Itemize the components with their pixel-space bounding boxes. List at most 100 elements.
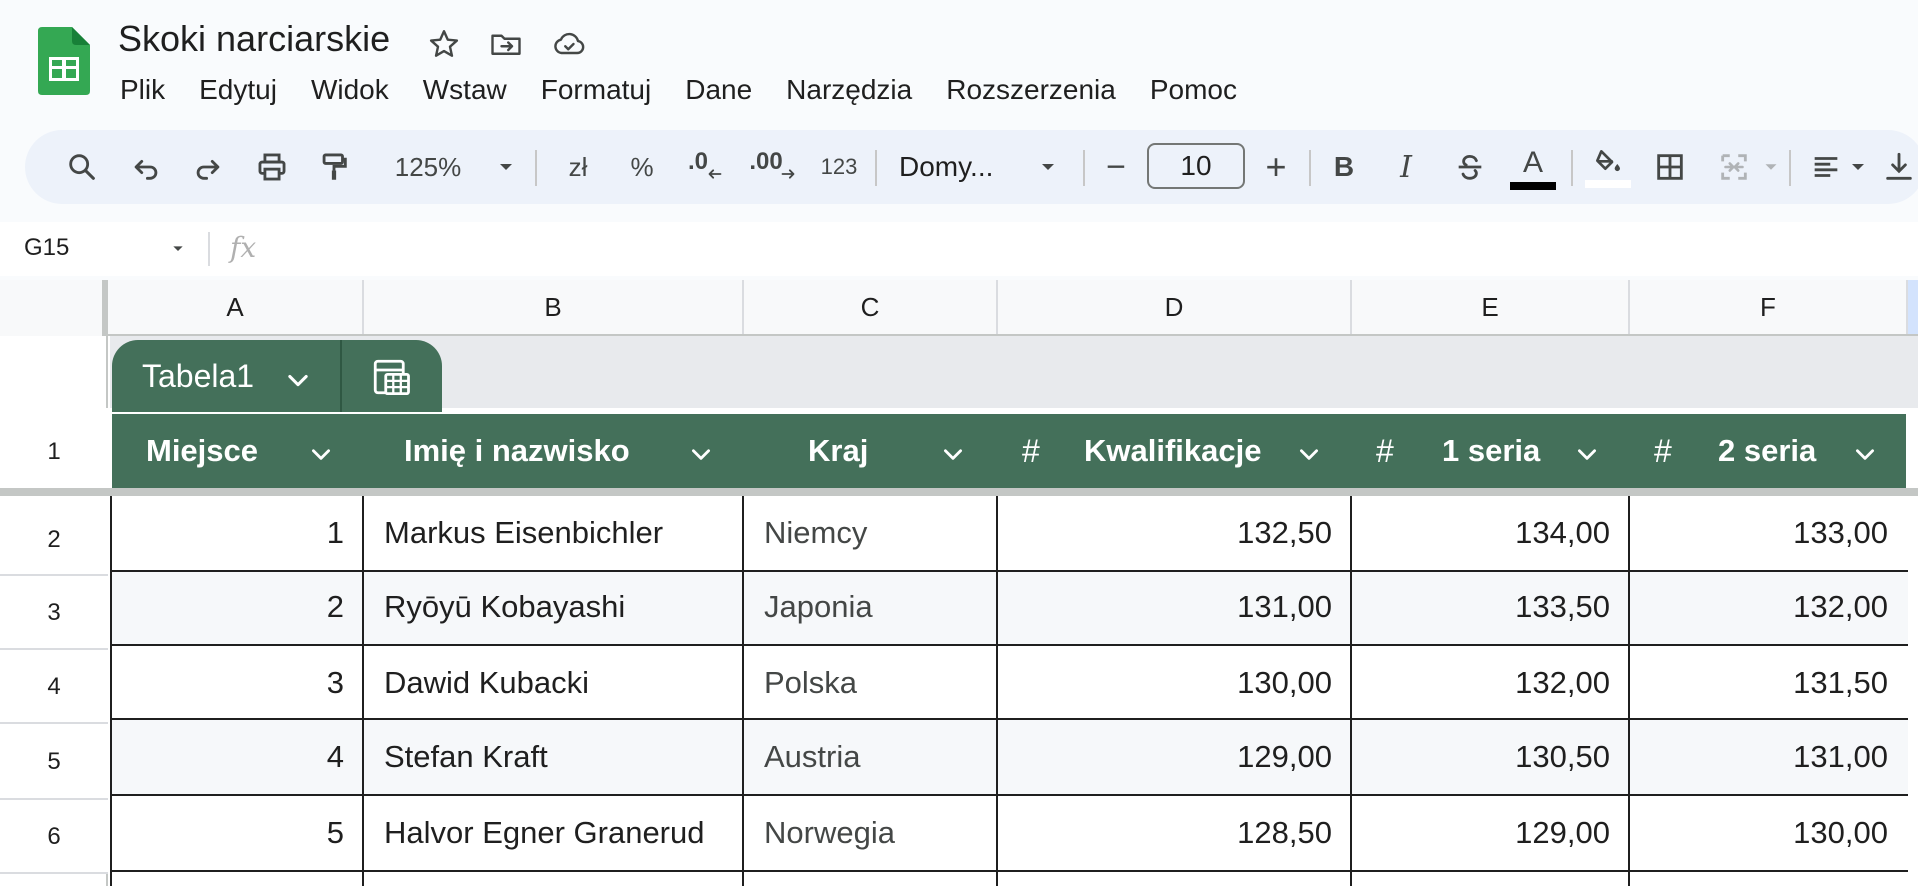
chevron-down-icon[interactable] [940, 441, 966, 467]
table-tab[interactable]: Tabela1 [112, 340, 442, 412]
cell-c3[interactable]: Japonia [744, 570, 998, 644]
row-header-6[interactable]: 6 [0, 800, 108, 874]
font-size-input[interactable]: 10 [1147, 143, 1245, 189]
header-2-seria[interactable]: 2 seria [1718, 414, 1816, 488]
row-header-3[interactable]: 3 [0, 576, 108, 650]
header-imie-i-nazwisko[interactable]: Imię i nazwisko [404, 414, 630, 488]
column-header-g-edge[interactable] [1908, 280, 1918, 334]
vertical-align-icon[interactable] [1881, 130, 1917, 204]
decrease-decimal-button[interactable]: .0 [679, 130, 735, 204]
cell-f3[interactable]: 132,00 [1630, 570, 1908, 644]
row-header-5[interactable]: 5 [0, 724, 108, 800]
menu-tools[interactable]: Narzędzia [769, 70, 929, 110]
column-header-b[interactable]: B [364, 280, 744, 334]
select-all-corner[interactable] [0, 280, 108, 336]
column-header-d[interactable]: D [998, 280, 1352, 334]
menu-extensions[interactable]: Rozszerzenia [929, 70, 1133, 110]
row-header-2[interactable]: 2 [0, 496, 108, 576]
increase-font-size-button[interactable]: + [1253, 130, 1299, 204]
cell-e3[interactable]: 133,50 [1352, 570, 1630, 644]
menu-file[interactable]: Plik [104, 70, 182, 110]
fill-color-button[interactable] [1583, 130, 1633, 204]
cell-c4[interactable]: Polska [744, 646, 998, 720]
cell-c6[interactable]: Norwegia [744, 796, 998, 870]
cloud-saved-icon[interactable] [550, 26, 586, 62]
chevron-down-icon[interactable] [284, 366, 312, 394]
header-kraj[interactable]: Kraj [808, 414, 868, 488]
menu-edit[interactable]: Edytuj [182, 70, 294, 110]
name-box-dropdown-icon[interactable] [167, 244, 189, 258]
move-to-folder-icon[interactable] [488, 26, 524, 62]
italic-button[interactable]: I [1383, 130, 1429, 204]
cell-d3[interactable]: 131,00 [998, 570, 1352, 644]
paint-format-icon[interactable] [311, 130, 357, 204]
search-menus-icon[interactable] [59, 130, 105, 204]
name-box[interactable]: G15 [24, 234, 69, 262]
row-header-1[interactable]: 1 [0, 408, 108, 496]
undo-icon[interactable] [123, 130, 169, 204]
column-header-f[interactable]: F [1630, 280, 1908, 334]
zoom-dropdown-icon[interactable] [491, 130, 521, 204]
cell-a4[interactable]: 3 [110, 646, 364, 720]
header-1-seria[interactable]: 1 seria [1442, 414, 1540, 488]
menu-help[interactable]: Pomoc [1133, 70, 1254, 110]
cell-b5[interactable]: Stefan Kraft [364, 720, 744, 794]
chevron-down-icon[interactable] [688, 441, 714, 467]
cell-b3[interactable]: Ryōyū Kobayashi [364, 570, 744, 644]
decrease-font-size-button[interactable]: − [1093, 130, 1139, 204]
cell-a2[interactable]: 1 [110, 496, 364, 570]
cell-e5[interactable]: 130,50 [1352, 720, 1630, 794]
sheets-logo[interactable] [38, 27, 90, 95]
redo-icon[interactable] [185, 130, 231, 204]
align-dropdown-icon[interactable] [1843, 130, 1873, 204]
column-header-c[interactable]: C [744, 280, 998, 334]
cell-f2[interactable]: 133,00 [1630, 496, 1908, 570]
increase-decimal-button[interactable]: .00 [743, 130, 805, 204]
cell-c2[interactable]: Niemcy [744, 496, 998, 570]
cell-d4[interactable]: 130,00 [998, 646, 1352, 720]
cell-a6[interactable]: 5 [110, 796, 364, 870]
cell-b6[interactable]: Halvor Egner Granerud [364, 796, 744, 870]
header-miejsce[interactable]: Miejsce [146, 414, 258, 488]
format-currency-button[interactable]: zł [555, 130, 601, 204]
column-header-e[interactable]: E [1352, 280, 1630, 334]
text-color-button[interactable]: A [1507, 130, 1559, 204]
cell-e4[interactable]: 132,00 [1352, 646, 1630, 720]
chevron-down-icon[interactable] [308, 441, 334, 467]
chevron-down-icon[interactable] [1852, 441, 1878, 467]
menu-format[interactable]: Formatuj [524, 70, 668, 110]
format-percent-button[interactable]: % [619, 130, 665, 204]
star-icon[interactable] [426, 26, 462, 62]
header-kwalifikacje[interactable]: Kwalifikacje [1084, 414, 1261, 488]
document-title[interactable]: Skoki narciarskie [118, 18, 390, 60]
borders-icon[interactable] [1645, 130, 1695, 204]
font-select[interactable]: Domy... [899, 130, 1009, 204]
merge-dropdown-icon[interactable] [1759, 130, 1783, 204]
cell-b4[interactable]: Dawid Kubacki [364, 646, 744, 720]
strikethrough-icon[interactable] [1447, 130, 1493, 204]
menu-data[interactable]: Dane [668, 70, 769, 110]
cell-a3[interactable]: 2 [110, 570, 364, 644]
more-formats-button[interactable]: 123 [811, 130, 867, 204]
cell-e6[interactable]: 129,00 [1352, 796, 1630, 870]
table-grid-icon[interactable] [370, 356, 412, 398]
cell-f5[interactable]: 131,00 [1630, 720, 1908, 794]
column-header-a[interactable]: A [108, 280, 364, 334]
cell-c5[interactable]: Austria [744, 720, 998, 794]
cell-d5[interactable]: 129,00 [998, 720, 1352, 794]
row-header-4[interactable]: 4 [0, 650, 108, 724]
bold-button[interactable]: B [1321, 130, 1367, 204]
frozen-row-divider[interactable] [0, 488, 1918, 496]
merge-cells-icon[interactable] [1709, 130, 1759, 204]
zoom-select[interactable]: 125% [387, 130, 469, 204]
print-icon[interactable] [249, 130, 295, 204]
cell-b2[interactable]: Markus Eisenbichler [364, 496, 744, 570]
font-dropdown-icon[interactable] [1033, 130, 1063, 204]
menu-view[interactable]: Widok [294, 70, 406, 110]
table-name[interactable]: Tabela1 [142, 340, 254, 412]
chevron-down-icon[interactable] [1296, 441, 1322, 467]
cell-a5[interactable]: 4 [110, 720, 364, 794]
cell-d2[interactable]: 132,50 [998, 496, 1352, 570]
cell-f4[interactable]: 131,50 [1630, 646, 1908, 720]
cell-f6[interactable]: 130,00 [1630, 796, 1908, 870]
